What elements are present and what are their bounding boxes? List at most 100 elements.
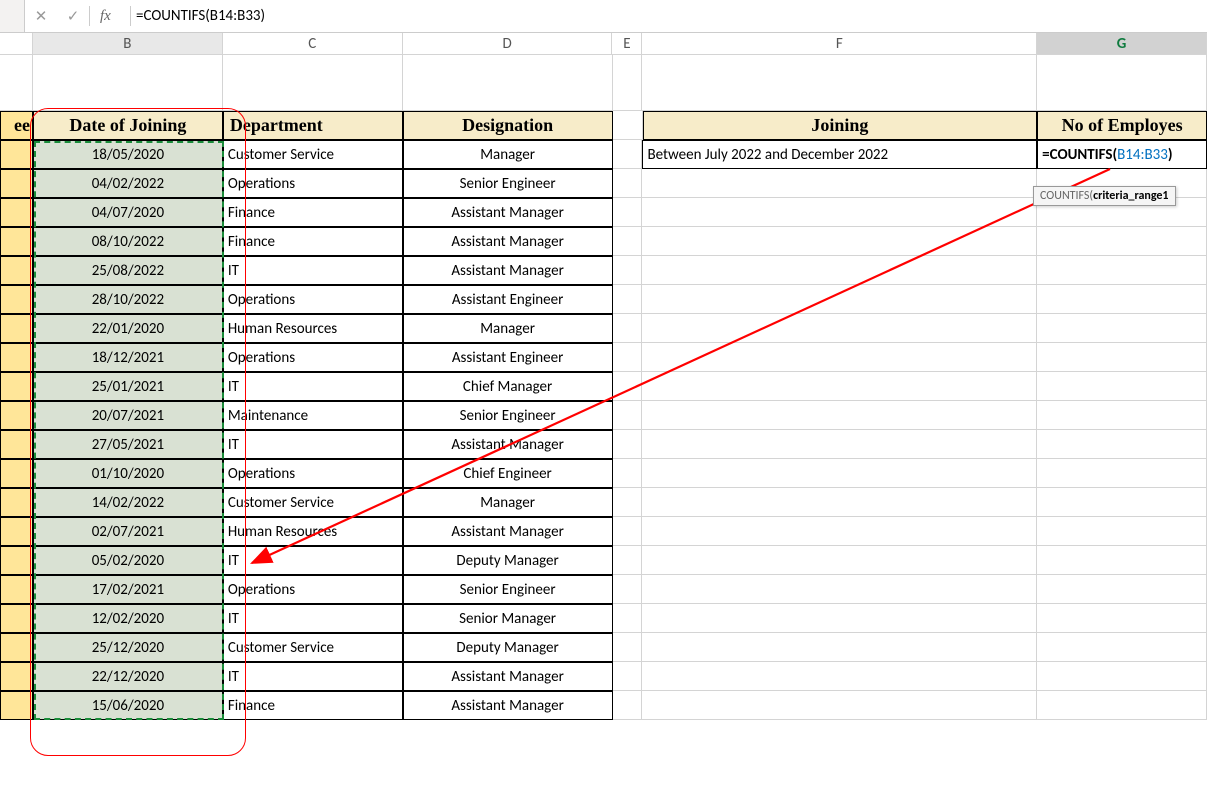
cell-dept[interactable]: Operations bbox=[223, 459, 403, 488]
cell-e[interactable] bbox=[613, 256, 643, 285]
cell-employee[interactable] bbox=[0, 546, 33, 575]
cell-desig[interactable]: Manager bbox=[403, 488, 613, 517]
cell-e[interactable] bbox=[613, 140, 643, 169]
cell-desig[interactable]: Manager bbox=[403, 314, 613, 343]
cell-dept[interactable]: Finance bbox=[223, 198, 403, 227]
cell-e[interactable] bbox=[613, 633, 643, 662]
cell-e[interactable] bbox=[613, 546, 643, 575]
cell-employee[interactable] bbox=[0, 517, 33, 546]
cell-header-dept[interactable]: Department bbox=[223, 111, 403, 140]
cell-g[interactable] bbox=[1037, 604, 1207, 633]
cell-e[interactable] bbox=[613, 430, 643, 459]
cell-e[interactable] bbox=[613, 575, 643, 604]
cell-g[interactable] bbox=[1037, 691, 1207, 720]
cell-date[interactable]: 01/10/2020 bbox=[33, 459, 223, 488]
cell-g[interactable] bbox=[1037, 401, 1207, 430]
cell-employee[interactable] bbox=[0, 691, 33, 720]
cell-f[interactable] bbox=[642, 691, 1037, 720]
cell-date[interactable]: 17/02/2021 bbox=[33, 575, 223, 604]
cell-date[interactable]: 04/07/2020 bbox=[33, 198, 223, 227]
cell-dept[interactable]: Customer Service bbox=[223, 633, 403, 662]
cell-header-desig[interactable]: Designation bbox=[403, 111, 613, 140]
cell-desig[interactable]: Assistant Manager bbox=[403, 517, 613, 546]
cell-desig[interactable]: Assistant Manager bbox=[403, 256, 613, 285]
cell-employee[interactable] bbox=[0, 198, 33, 227]
cell-f[interactable] bbox=[642, 343, 1037, 372]
cell-dept[interactable]: IT bbox=[223, 546, 403, 575]
cell-dept[interactable]: IT bbox=[223, 372, 403, 401]
cell-f[interactable] bbox=[642, 459, 1037, 488]
cell-employee[interactable] bbox=[0, 662, 33, 691]
cell-e[interactable] bbox=[613, 401, 643, 430]
cell-desig[interactable]: Senior Engineer bbox=[403, 169, 613, 198]
cell-employee[interactable] bbox=[0, 169, 33, 198]
cell-desig[interactable]: Assistant Manager bbox=[403, 198, 613, 227]
cell-f[interactable] bbox=[642, 430, 1037, 459]
cell-g[interactable] bbox=[1037, 343, 1207, 372]
cell-date[interactable]: 25/08/2022 bbox=[33, 256, 223, 285]
cell-e[interactable] bbox=[613, 285, 643, 314]
cell-employee[interactable] bbox=[0, 285, 33, 314]
name-box[interactable] bbox=[0, 0, 25, 32]
cell-date[interactable]: 04/02/2022 bbox=[33, 169, 223, 198]
cell-f[interactable] bbox=[642, 227, 1037, 256]
cell-date[interactable]: 02/07/2021 bbox=[33, 517, 223, 546]
cell-employee[interactable] bbox=[0, 430, 33, 459]
cell-g[interactable] bbox=[1037, 517, 1207, 546]
cell-e-header[interactable] bbox=[613, 111, 643, 140]
cell-e[interactable] bbox=[613, 314, 643, 343]
cell-employee[interactable] bbox=[0, 372, 33, 401]
cell-dept[interactable]: Operations bbox=[223, 285, 403, 314]
cell-header-employee[interactable]: ee bbox=[0, 111, 33, 140]
cell-date[interactable]: 12/02/2020 bbox=[33, 604, 223, 633]
cell-desig[interactable]: Manager bbox=[403, 140, 613, 169]
cell-g[interactable] bbox=[1037, 430, 1207, 459]
cell-f[interactable] bbox=[642, 517, 1037, 546]
cell-g[interactable] bbox=[1037, 227, 1207, 256]
cell-dept[interactable]: IT bbox=[223, 604, 403, 633]
cell-employee[interactable] bbox=[0, 401, 33, 430]
cell-f[interactable] bbox=[642, 198, 1037, 227]
cell-e[interactable] bbox=[613, 169, 643, 198]
cell-desig[interactable]: Assistant Engineer bbox=[403, 285, 613, 314]
cell-dept[interactable]: Human Resources bbox=[223, 314, 403, 343]
cell-date[interactable]: 20/07/2021 bbox=[33, 401, 223, 430]
cell-desig[interactable]: Senior Engineer bbox=[403, 575, 613, 604]
cell-f[interactable]: Between July 2022 and December 2022 bbox=[642, 140, 1037, 169]
cell-header-joining[interactable]: Joining bbox=[643, 111, 1038, 140]
cell-f[interactable] bbox=[642, 488, 1037, 517]
cell-date[interactable]: 15/06/2020 bbox=[33, 691, 223, 720]
cell-e[interactable] bbox=[613, 662, 643, 691]
col-header-e[interactable]: E bbox=[612, 33, 642, 55]
cell-desig[interactable]: Assistant Manager bbox=[403, 430, 613, 459]
col-header-c[interactable]: C bbox=[223, 33, 403, 55]
enter-button[interactable]: ✓ bbox=[57, 0, 89, 32]
insert-function-button[interactable]: fx bbox=[90, 8, 130, 25]
cell-date[interactable]: 27/05/2021 bbox=[33, 430, 223, 459]
cell-e[interactable] bbox=[613, 198, 643, 227]
cell-g[interactable] bbox=[1037, 488, 1207, 517]
cell-desig[interactable]: Chief Manager bbox=[403, 372, 613, 401]
cell-dept[interactable]: Finance bbox=[223, 691, 403, 720]
cell-e[interactable] bbox=[613, 517, 643, 546]
cell-desig[interactable]: Deputy Manager bbox=[403, 546, 613, 575]
cell-e[interactable] bbox=[613, 604, 643, 633]
cell-g[interactable] bbox=[1037, 575, 1207, 604]
cell-f[interactable] bbox=[642, 169, 1037, 198]
cell-desig[interactable]: Assistant Manager bbox=[403, 227, 613, 256]
cell-employee[interactable] bbox=[0, 459, 33, 488]
col-header-a[interactable] bbox=[0, 33, 33, 55]
cell-dept[interactable]: IT bbox=[223, 430, 403, 459]
cell-desig[interactable]: Chief Engineer bbox=[403, 459, 613, 488]
cell-employee[interactable] bbox=[0, 140, 33, 169]
cell-desig[interactable]: Assistant Manager bbox=[403, 691, 613, 720]
cell-g[interactable] bbox=[1037, 372, 1207, 401]
cell-header-count[interactable]: No of Employes bbox=[1037, 111, 1207, 140]
col-header-b[interactable]: B bbox=[33, 33, 223, 55]
cell-g[interactable]: =COUNTIFS(B14:B33) bbox=[1037, 140, 1207, 169]
cell-e[interactable] bbox=[613, 459, 643, 488]
cell-dept[interactable]: IT bbox=[223, 256, 403, 285]
cell-f[interactable] bbox=[642, 372, 1037, 401]
spreadsheet-grid[interactable]: B C D E F G ee Date of Joining Departmen… bbox=[0, 33, 1207, 720]
cell-dept[interactable]: Finance bbox=[223, 227, 403, 256]
